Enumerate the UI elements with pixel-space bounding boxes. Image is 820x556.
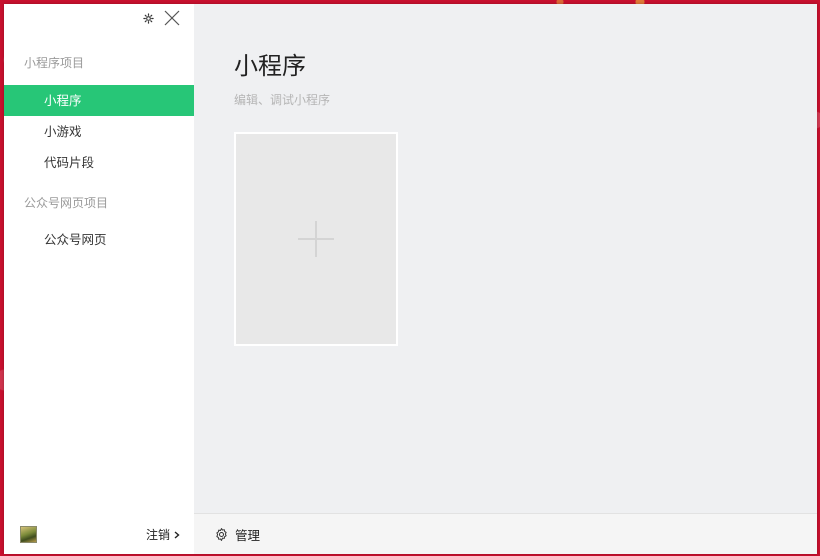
avatar[interactable]	[20, 526, 37, 543]
chevron-right-icon	[174, 530, 180, 539]
section-title-official-account-projects: 公众号网页项目	[24, 196, 109, 210]
section-title-miniprogram-projects: 小程序项目	[24, 56, 85, 70]
sidebar: 小程序项目 小程序 小游戏 代码片段 公众号网页项目 公众号网页 注销	[4, 4, 194, 554]
app-window: 小程序项目 小程序 小游戏 代码片段 公众号网页项目 公众号网页 注销 小程序 …	[4, 4, 817, 554]
sidebar-footer: 注销	[4, 514, 194, 554]
manage-button[interactable]: 管理	[214, 525, 260, 544]
page-subtitle: 编辑、调试小程序	[234, 93, 331, 107]
sidebar-item-code-snippets[interactable]: 代码片段	[4, 147, 194, 178]
main-panel: 小程序 编辑、调试小程序 管理	[194, 4, 817, 554]
gear-icon	[216, 528, 227, 541]
add-project-card[interactable]	[234, 132, 398, 346]
page-title: 小程序	[234, 52, 306, 80]
logout-label: 注销	[145, 528, 170, 542]
sidebar-item-miniprogram[interactable]: 小程序	[4, 85, 194, 116]
window-controls	[143, 10, 180, 26]
main-footer: 管理	[194, 513, 817, 554]
sidebar-item-minigame[interactable]: 小游戏	[4, 116, 194, 147]
logout-button[interactable]: 注销	[146, 526, 180, 543]
plus-icon	[298, 221, 334, 257]
gear-icon[interactable]	[143, 12, 154, 24]
sidebar-item-official-account-webpage[interactable]: 公众号网页	[4, 224, 194, 255]
close-icon[interactable]	[164, 10, 180, 26]
manage-label: 管理	[235, 528, 261, 543]
